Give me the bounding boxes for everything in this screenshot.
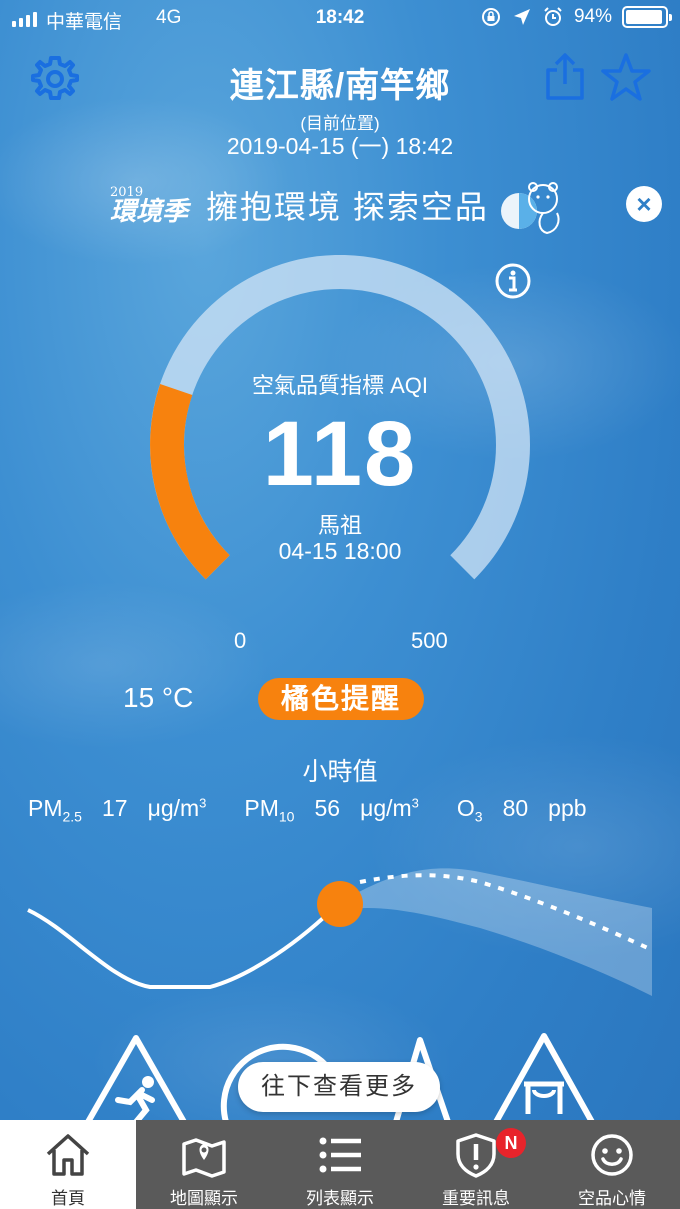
tab-news[interactable]: 重要訊息 N: [408, 1120, 544, 1209]
temperature: 15 °C: [123, 682, 194, 713]
station-name: 馬祖: [317, 513, 362, 538]
pm25-reading: PM2.5 17 μg/m3: [28, 795, 207, 825]
status-bar: 中華電信 4G 18:42 94%: [0, 6, 680, 34]
see-more-button[interactable]: 往下查看更多: [238, 1062, 440, 1112]
battery-icon: [622, 6, 672, 28]
station-time: 04-15 18:00: [278, 538, 402, 564]
past-trend-line: [27, 900, 342, 989]
pm10-value: 56: [314, 795, 341, 821]
running-icon: [85, 1035, 187, 1122]
banner-text: 擁抱環境 探索空品: [206, 189, 489, 225]
orientation-lock-icon: [481, 8, 500, 26]
pm10-reading: PM10 56 μg/m3: [244, 795, 419, 825]
gauge-max-label: 500: [411, 628, 448, 653]
aqi-label: 空氣品質指標 AQI: [251, 373, 428, 398]
share-icon[interactable]: [542, 52, 588, 102]
home-icon: [46, 1134, 90, 1176]
hourly-title: 小時值: [302, 758, 378, 786]
alert-level-badge: 橘色提醒: [258, 678, 424, 720]
close-icon: ×: [636, 189, 652, 219]
tab-label: 重要訊息: [442, 1189, 510, 1208]
tab-label: 空品心情: [578, 1189, 646, 1208]
forecast-band: [340, 868, 652, 996]
tab-label: 首頁: [51, 1189, 85, 1208]
gauge-min-label: 0: [234, 628, 247, 653]
banner-logo: 2019 環境季: [110, 184, 189, 227]
o3-value: 80: [502, 795, 529, 821]
pollutant-values: PM2.5 17 μg/m3 PM10 56 μg/m3 O3 80 ppb: [28, 795, 673, 825]
list-icon: [319, 1137, 361, 1173]
tab-label: 地圖顯示: [170, 1189, 238, 1208]
alarm-icon: [544, 7, 562, 26]
current-datetime: 2019-04-15 (一) 18:42: [226, 133, 454, 159]
banner-close-button[interactable]: ×: [626, 186, 662, 222]
favorite-star-icon[interactable]: [600, 52, 652, 102]
notification-badge: N: [496, 1128, 526, 1158]
aqi-trend-curve: [27, 868, 653, 996]
tab-list[interactable]: 列表顯示: [272, 1120, 408, 1209]
aqi-value: 118: [262, 403, 418, 505]
tab-label: 列表顯示: [306, 1189, 374, 1208]
bear-mascot-icon: [500, 182, 560, 235]
promo-banner[interactable]: 2019 環境季 擁抱環境 探索空品: [110, 172, 580, 238]
o3-reading: O3 80 ppb: [456, 795, 587, 825]
battery-percent: 94%: [573, 6, 612, 27]
shield-alert-icon: [456, 1133, 496, 1178]
location-arrow-icon: [513, 9, 530, 25]
playground-icon: [493, 1033, 595, 1122]
current-point: [317, 881, 363, 927]
map-icon: [182, 1138, 226, 1178]
pm25-value: 17: [101, 795, 128, 821]
tab-home[interactable]: 首頁: [0, 1120, 136, 1209]
smiley-icon: [591, 1134, 633, 1176]
tab-bar: 首頁 地圖顯示 列表顯示 重要訊息 N 空品心情: [0, 1120, 680, 1209]
tab-map[interactable]: 地圖顯示: [136, 1120, 272, 1209]
tab-mood[interactable]: 空品心情: [544, 1120, 680, 1209]
